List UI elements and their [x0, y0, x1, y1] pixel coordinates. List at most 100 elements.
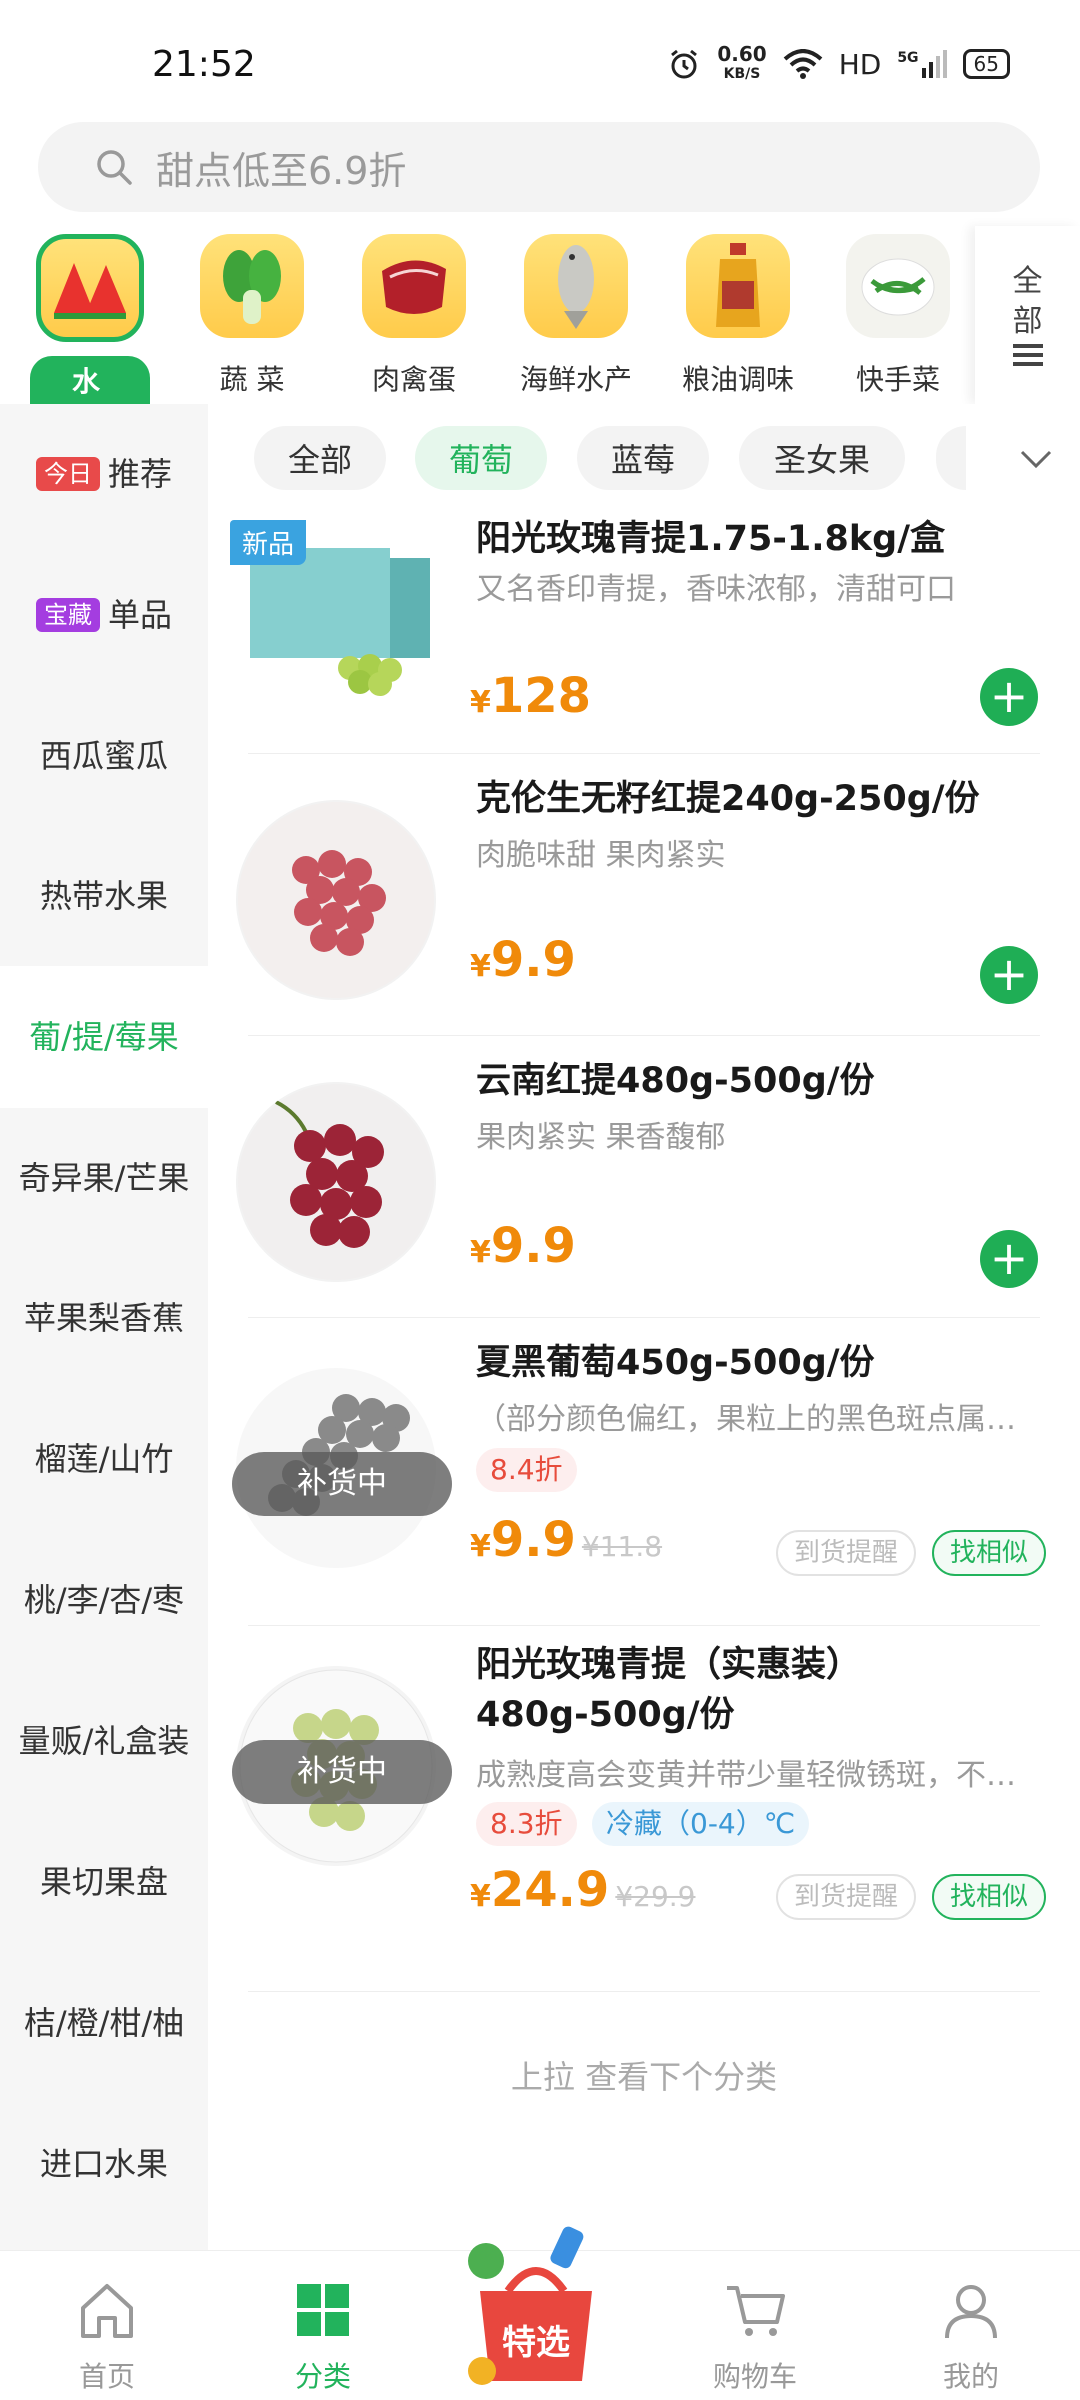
product-name-line1: 阳光玫瑰青提（实惠装）	[476, 1645, 862, 1685]
tab-home[interactable]: 首页	[32, 2275, 182, 2395]
sidebar-item-label: 推荐	[107, 455, 172, 493]
sidebar-item-durian[interactable]: 榴莲/山竹	[0, 1388, 208, 1530]
dish-icon	[846, 234, 950, 338]
sidebar-item-label: 进口水果	[39, 2145, 168, 2183]
tab-category[interactable]: 分类	[248, 2275, 398, 2395]
special-label: 特选	[502, 2323, 570, 2363]
wifi-icon	[783, 49, 823, 79]
add-to-cart-button[interactable]: +	[980, 1230, 1038, 1288]
sidebar-item-imported[interactable]: 进口水果	[0, 2094, 208, 2234]
search-placeholder: 甜点低至6.9折	[156, 148, 407, 193]
sidebar-item-melon[interactable]: 西瓜蜜瓜	[0, 686, 208, 826]
bottom-nav: 首页 分类 特选 购物车 我的	[0, 2226, 1080, 2400]
cart-icon	[727, 2286, 785, 2336]
sidebar-item-peach-plum[interactable]: 桃/李/杏/枣	[0, 1530, 208, 1670]
product-price: ¥9.9	[470, 932, 576, 988]
category-seafood[interactable]: 海鲜水产	[516, 234, 636, 398]
product-name: 夏黑葡萄450g-500g/份	[476, 1343, 875, 1383]
sidebar-item-label: 榴莲/山竹	[34, 1440, 174, 1478]
sidebar-item-apple-pear-banana[interactable]: 苹果梨香蕉	[0, 1248, 208, 1388]
sidebar-item-treasure[interactable]: 宝藏 单品	[0, 544, 208, 686]
sidebar-item-kiwi-mango[interactable]: 奇异果/芒果	[0, 1108, 208, 1248]
product-name-line2: 480g-500g/份	[476, 1695, 735, 1735]
filter-more-partial[interactable]	[936, 426, 966, 490]
product-desc: 又名香印青提，香味浓郁，清甜可口	[476, 572, 956, 607]
chevron-down-icon[interactable]	[1016, 438, 1056, 478]
arrival-reminder-button[interactable]: 到货提醒	[776, 1530, 917, 1576]
arrival-reminder-button[interactable]: 到货提醒	[776, 1874, 917, 1920]
product-name: 云南红提480g-500g/份	[476, 1061, 875, 1101]
tab-label: 我的	[942, 2360, 999, 2393]
category-label: 粮油调味	[681, 363, 794, 396]
all-categories-label-1: 全	[1012, 264, 1043, 299]
battery-icon: 65	[962, 49, 1010, 79]
signal-icon: 5G	[897, 50, 947, 78]
sidebar-item-label: 桃/李/杏/枣	[23, 1581, 185, 1619]
tab-label: 首页	[78, 2360, 135, 2393]
product-desc: 成熟度高会变黄并带少量轻微锈斑，不影响	[476, 1758, 1016, 1793]
sidebar-item-grape-berry[interactable]: 葡/提/莓果	[0, 966, 208, 1108]
filter-grape[interactable]: 葡萄	[415, 426, 547, 490]
status-time: 21:52	[152, 44, 256, 85]
tab-mine[interactable]: 我的	[896, 2275, 1046, 2395]
filter-all[interactable]: 全部	[254, 426, 386, 490]
category-label: 海鲜水产	[519, 363, 632, 396]
category-label: 快手菜	[855, 363, 940, 396]
sidebar-item-label: 热带水果	[39, 877, 168, 915]
filter-blueberry[interactable]: 蓝莓	[577, 426, 709, 490]
category-quick-dish[interactable]: 快手菜	[838, 234, 958, 398]
tab-cart[interactable]: 购物车	[680, 2275, 830, 2395]
category-label: 蔬 菜	[219, 363, 285, 396]
product-name: 克伦生无籽红提240g-250g/份	[476, 779, 980, 819]
status-icons: 0.60 KB/S HD 5G 65	[667, 44, 1010, 84]
special-selection-button[interactable]: 特选	[456, 2221, 616, 2391]
sidebar-item-label: 量贩/礼盒装	[18, 1722, 190, 1760]
add-to-cart-button[interactable]: +	[980, 946, 1038, 1004]
all-categories-label-2: 部	[1012, 304, 1043, 339]
product-card[interactable]: 克伦生无籽红提240g-250g/份 肉脆味甜 果肉紧实 ¥9.9 +	[208, 754, 1080, 1036]
restocking-overlay: 补货中	[232, 1740, 452, 1804]
category-vegetable[interactable]: 蔬 菜	[192, 234, 312, 398]
sidebar-item-citrus[interactable]: 桔/橙/柑/柚	[0, 1952, 208, 2094]
product-price: ¥128	[470, 668, 592, 724]
sidebar-item-tropical[interactable]: 热带水果	[0, 826, 208, 966]
discount-badge: 8.3折	[476, 1802, 577, 1846]
product-card[interactable]: 补货中 阳光玫瑰青提（实惠装） 480g-500g/份 成熟度高会变黄并带少量轻…	[208, 1626, 1080, 1992]
category-grain-oil[interactable]: 粮油调味	[678, 234, 798, 398]
product-card[interactable]: 新品 阳光玫瑰青提1.75-1.8kg/盒 又名香印青提，香味浓郁，清甜可口 ¥…	[208, 508, 1080, 754]
oil-bottle-icon	[686, 234, 790, 338]
hd-indicator: HD	[838, 47, 882, 81]
product-card[interactable]: 云南红提480g-500g/份 果肉紧实 果香馥郁 ¥9.9 +	[208, 1036, 1080, 1318]
user-icon	[945, 2285, 997, 2339]
sidebar-item-label: 葡/提/莓果	[29, 1018, 179, 1056]
sidebar-item-label: 苹果梨香蕉	[23, 1299, 184, 1337]
filter-cherry-tomato[interactable]: 圣女果	[739, 426, 905, 490]
sidebar-item-fruit-cut[interactable]: 果切果盘	[0, 1812, 208, 1952]
product-desc: （部分颜色偏红，果粒上的黑色斑点属正常	[476, 1402, 1016, 1437]
list-icon	[1012, 344, 1043, 366]
product-desc: 果肉紧实 果香馥郁	[476, 1120, 726, 1155]
sidebar-item-label: 西瓜蜜瓜	[39, 737, 168, 775]
find-similar-button[interactable]: 找相似	[932, 1530, 1047, 1576]
find-similar-button[interactable]: 找相似	[932, 1874, 1047, 1920]
restocking-overlay: 补货中	[232, 1452, 452, 1516]
treasure-badge: 宝藏	[35, 598, 100, 632]
all-categories-button[interactable]: 全 部	[975, 226, 1080, 404]
category-meat[interactable]: 肉禽蛋	[354, 234, 474, 398]
product-price: ¥9.9 ¥11.8	[470, 1512, 663, 1568]
shopping-bag-icon	[468, 2226, 592, 2385]
product-desc: 肉脆味甜 果肉紧实	[476, 838, 726, 873]
original-price: ¥29.9	[615, 1880, 696, 1913]
sidebar-item-gift-box[interactable]: 量贩/礼盒装	[0, 1670, 208, 1812]
storage-badge: 冷藏（0-4）℃	[592, 1802, 810, 1846]
sidebar-item-label: 桔/橙/柑/柚	[23, 2004, 185, 2042]
sidebar-item-label: 果切果盘	[39, 1863, 168, 1901]
add-to-cart-button[interactable]: +	[980, 668, 1038, 726]
product-card[interactable]: 补货中 夏黑葡萄450g-500g/份 （部分颜色偏红，果粒上的黑色斑点属正常 …	[208, 1318, 1080, 1626]
sidebar-item-today-recommend[interactable]: 今日 推荐	[0, 404, 208, 544]
sidebar-item-label: 单品	[107, 596, 172, 634]
search-bar[interactable]: 甜点低至6.9折	[38, 122, 1040, 212]
status-bar: 21:52 0.60 KB/S HD 5G 65	[0, 0, 1080, 120]
category-label: 肉禽蛋	[371, 363, 456, 396]
alarm-icon	[671, 49, 698, 79]
